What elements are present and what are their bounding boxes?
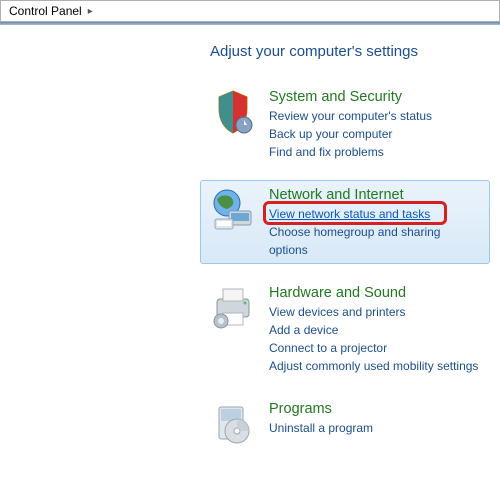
task-review-status[interactable]: Review your computer's status: [269, 107, 481, 125]
category-head-network-internet[interactable]: Network and Internet: [269, 187, 481, 203]
category-head-hardware-sound[interactable]: Hardware and Sound: [269, 285, 481, 301]
category-head-system-security[interactable]: System and Security: [269, 89, 481, 105]
category-head-programs[interactable]: Programs: [269, 401, 481, 417]
task-find-fix[interactable]: Find and fix problems: [269, 143, 481, 161]
breadcrumb-control-panel[interactable]: Control Panel: [5, 4, 86, 18]
address-bar[interactable]: Control Panel ▸: [0, 0, 500, 22]
chevron-right-icon[interactable]: ▸: [88, 6, 93, 17]
cd-box-icon: [209, 399, 257, 447]
globe-network-icon: [209, 185, 257, 233]
printer-icon: [209, 283, 257, 331]
page-title: Adjust your computer's settings: [210, 43, 490, 60]
task-view-devices[interactable]: View devices and printers: [269, 303, 481, 321]
shield-icon: [209, 87, 257, 135]
task-uninstall-program[interactable]: Uninstall a program: [269, 419, 481, 437]
category-programs: Programs Uninstall a program: [200, 394, 490, 452]
task-connect-projector[interactable]: Connect to a projector: [269, 339, 481, 357]
content-area: Adjust your computer's settings System a…: [0, 25, 500, 476]
task-mobility-settings[interactable]: Adjust commonly used mobility settings: [269, 357, 481, 375]
task-homegroup-sharing[interactable]: Choose homegroup and sharing options: [269, 223, 481, 259]
task-view-network-status[interactable]: View network status and tasks: [269, 205, 481, 223]
category-hardware-sound: Hardware and Sound View devices and prin…: [200, 278, 490, 380]
category-network-internet: Network and Internet View network status…: [200, 180, 490, 264]
category-system-security: System and Security Review your computer…: [200, 82, 490, 166]
task-add-device[interactable]: Add a device: [269, 321, 481, 339]
task-backup[interactable]: Back up your computer: [269, 125, 481, 143]
